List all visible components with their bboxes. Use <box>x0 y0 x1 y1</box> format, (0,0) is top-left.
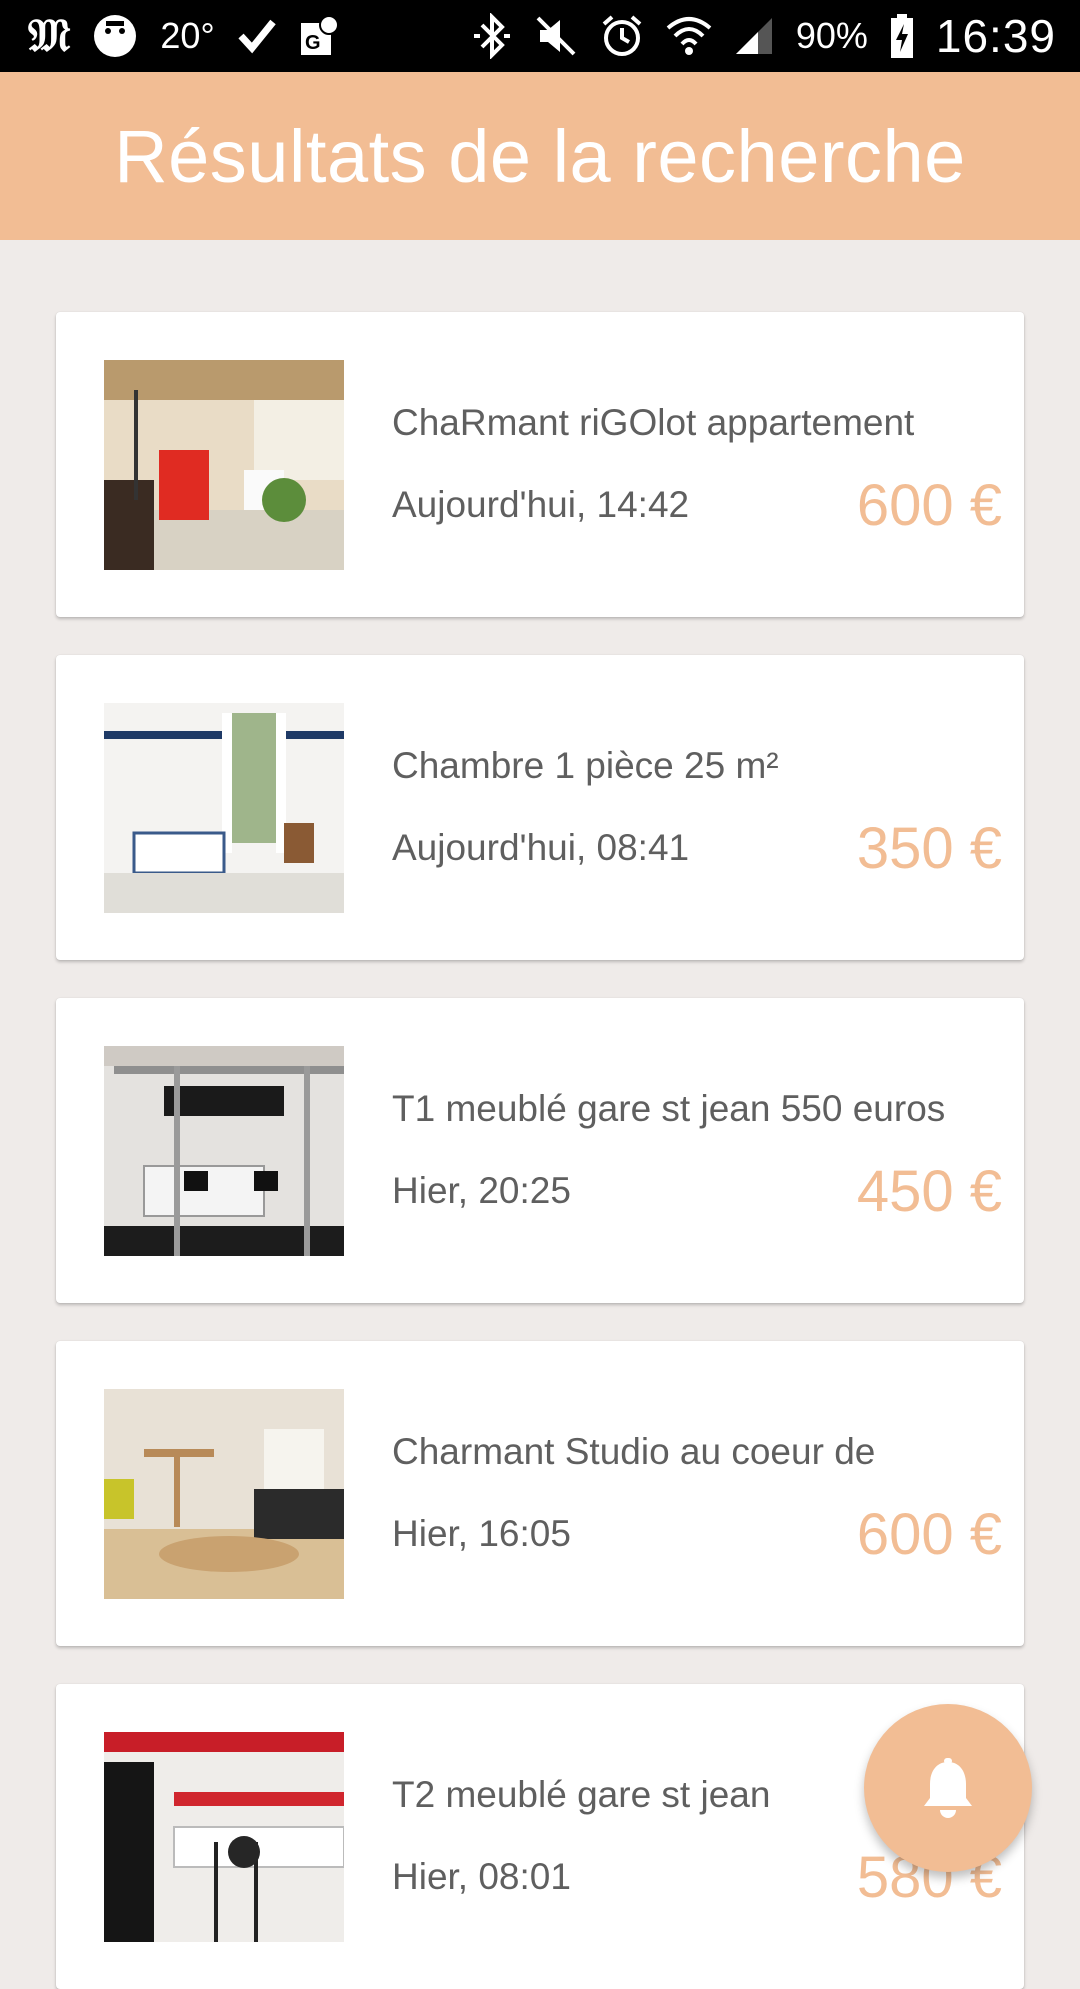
clock: 16:39 <box>935 10 1056 62</box>
news-app-icon: 𝔐 <box>28 8 71 62</box>
face-icon <box>92 13 138 59</box>
bluetooth-icon <box>472 13 512 59</box>
listing-date: Hier, 16:05 <box>392 1513 571 1554</box>
listing-title: Charmant Studio au coeur de <box>392 1431 876 1472</box>
app-header: Résultats de la recherche <box>0 72 1080 240</box>
listing-photo <box>104 703 344 913</box>
signal-icon <box>734 16 774 56</box>
listing-card[interactable]: Chambre 1 pièce 25 m² Aujourd'hui, 08:41… <box>56 655 1024 960</box>
status-bar-right: 90% 16:39 <box>472 9 1056 63</box>
battery-charging-icon <box>890 14 914 58</box>
maps-icon: G <box>299 15 339 57</box>
listing-title: ChaRmant riGOlot appartement <box>392 402 915 443</box>
listing-title: T1 meublé gare st jean 550 euros <box>392 1088 946 1129</box>
listing-card[interactable]: Charmant Studio au coeur de Hier, 16:05 … <box>56 1341 1024 1646</box>
listing-photo <box>104 1732 344 1942</box>
mute-icon <box>534 14 578 58</box>
listing-date: Aujourd'hui, 08:41 <box>392 827 690 868</box>
temperature: 20° <box>160 15 215 56</box>
listing-title: Chambre 1 pièce 25 m² <box>392 745 779 786</box>
listing-date: Hier, 08:01 <box>392 1856 571 1897</box>
listing-photo <box>104 1046 344 1256</box>
listing-price: 350 € <box>856 816 1002 881</box>
listing-card[interactable]: T1 meublé gare st jean 550 euros Hier, 2… <box>56 998 1024 1303</box>
listing-date: Hier, 20:25 <box>392 1170 571 1211</box>
listing-photo <box>104 1389 344 1599</box>
alert-fab-button[interactable] <box>864 1704 1032 1872</box>
alarm-icon <box>600 14 644 58</box>
bell-icon <box>924 1758 972 1818</box>
status-bar-left: 𝔐 20° G <box>28 8 339 64</box>
wifi-icon <box>666 14 712 58</box>
listing-price: 600 € <box>856 473 1002 538</box>
listing-price: 450 € <box>856 1159 1002 1224</box>
battery-percent: 90% <box>795 15 868 56</box>
listing-card[interactable]: ChaRmant riGOlot appartement Aujourd'hui… <box>56 312 1024 617</box>
task-check-icon <box>237 16 277 56</box>
listing-photo <box>104 360 344 570</box>
listing-date: Aujourd'hui, 14:42 <box>392 484 690 525</box>
svg-text:G: G <box>305 32 321 54</box>
page-title: Résultats de la recherche <box>114 114 966 198</box>
status-bar: 𝔐 20° G 90% 16:39 <box>0 0 1080 72</box>
listing-price: 600 € <box>856 1502 1002 1567</box>
